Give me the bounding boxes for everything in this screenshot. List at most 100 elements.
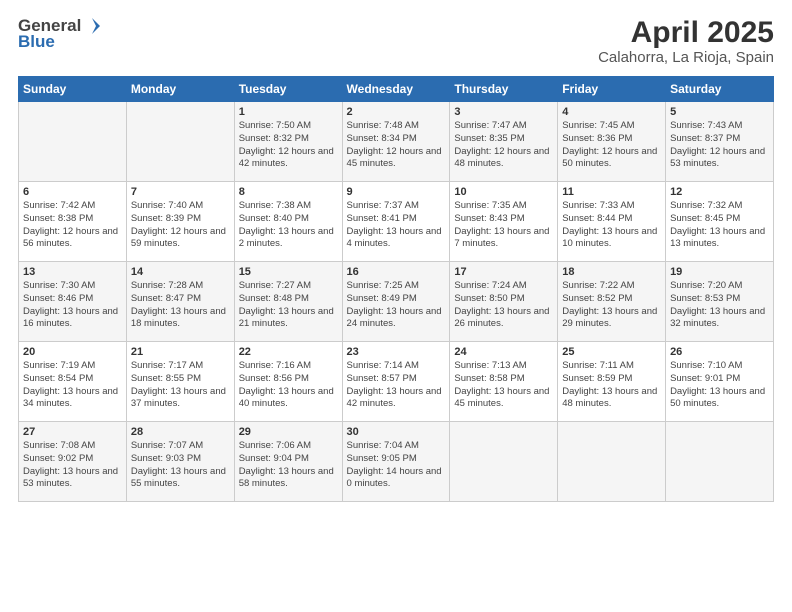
day-info: Sunrise: 7:45 AMSunset: 8:36 PMDaylight:… [562,120,661,171]
day-number: 15 [239,266,338,278]
day-info: Sunrise: 7:32 AMSunset: 8:45 PMDaylight:… [670,200,769,251]
day-number: 1 [239,106,338,118]
header-row: Sunday Monday Tuesday Wednesday Thursday… [19,77,774,102]
day-info: Sunrise: 7:22 AMSunset: 8:52 PMDaylight:… [562,280,661,331]
calendar-week-row: 13 Sunrise: 7:30 AMSunset: 8:46 PMDayligh… [19,262,774,342]
calendar-cell: 21 Sunrise: 7:17 AMSunset: 8:55 PMDayligh… [126,342,234,422]
day-info: Sunrise: 7:10 AMSunset: 9:01 PMDaylight:… [670,360,769,411]
calendar-cell [126,102,234,182]
day-number: 13 [23,266,122,278]
calendar-table: Sunday Monday Tuesday Wednesday Thursday… [18,76,774,502]
day-info: Sunrise: 7:50 AMSunset: 8:32 PMDaylight:… [239,120,338,171]
day-info: Sunrise: 7:08 AMSunset: 9:02 PMDaylight:… [23,440,122,491]
calendar-cell: 30 Sunrise: 7:04 AMSunset: 9:05 PMDayligh… [342,422,450,502]
day-number: 21 [131,346,230,358]
day-info: Sunrise: 7:28 AMSunset: 8:47 PMDaylight:… [131,280,230,331]
day-info: Sunrise: 7:20 AMSunset: 8:53 PMDaylight:… [670,280,769,331]
day-number: 29 [239,426,338,438]
day-number: 11 [562,186,661,198]
day-number: 5 [670,106,769,118]
calendar-cell: 24 Sunrise: 7:13 AMSunset: 8:58 PMDayligh… [450,342,558,422]
page-title: April 2025 [598,16,774,49]
day-info: Sunrise: 7:40 AMSunset: 8:39 PMDaylight:… [131,200,230,251]
day-info: Sunrise: 7:11 AMSunset: 8:59 PMDaylight:… [562,360,661,411]
logo: General Blue [18,16,103,52]
day-info: Sunrise: 7:38 AMSunset: 8:40 PMDaylight:… [239,200,338,251]
day-number: 28 [131,426,230,438]
day-info: Sunrise: 7:17 AMSunset: 8:55 PMDaylight:… [131,360,230,411]
day-number: 27 [23,426,122,438]
calendar-cell: 1 Sunrise: 7:50 AMSunset: 8:32 PMDaylight… [234,102,342,182]
calendar-cell: 10 Sunrise: 7:35 AMSunset: 8:43 PMDayligh… [450,182,558,262]
day-number: 26 [670,346,769,358]
day-number: 16 [347,266,446,278]
header-monday: Monday [126,77,234,102]
day-info: Sunrise: 7:43 AMSunset: 8:37 PMDaylight:… [670,120,769,171]
day-info: Sunrise: 7:06 AMSunset: 9:04 PMDaylight:… [239,440,338,491]
calendar-cell: 13 Sunrise: 7:30 AMSunset: 8:46 PMDayligh… [19,262,127,342]
day-number: 6 [23,186,122,198]
day-number: 22 [239,346,338,358]
day-info: Sunrise: 7:47 AMSunset: 8:35 PMDaylight:… [454,120,553,171]
page: General Blue April 2025 Calahorra, La Ri… [0,0,792,612]
day-number: 20 [23,346,122,358]
calendar-cell: 8 Sunrise: 7:38 AMSunset: 8:40 PMDaylight… [234,182,342,262]
day-info: Sunrise: 7:42 AMSunset: 8:38 PMDaylight:… [23,200,122,251]
day-number: 9 [347,186,446,198]
calendar-cell: 14 Sunrise: 7:28 AMSunset: 8:47 PMDayligh… [126,262,234,342]
calendar-week-row: 6 Sunrise: 7:42 AMSunset: 8:38 PMDaylight… [19,182,774,262]
header-sunday: Sunday [19,77,127,102]
calendar-cell: 12 Sunrise: 7:32 AMSunset: 8:45 PMDayligh… [666,182,774,262]
calendar-cell [666,422,774,502]
day-info: Sunrise: 7:19 AMSunset: 8:54 PMDaylight:… [23,360,122,411]
header: General Blue April 2025 Calahorra, La Ri… [18,16,774,66]
day-number: 8 [239,186,338,198]
calendar-cell: 4 Sunrise: 7:45 AMSunset: 8:36 PMDaylight… [558,102,666,182]
page-subtitle: Calahorra, La Rioja, Spain [598,49,774,66]
calendar-cell: 17Sunrise: 7:24 AMSunset: 8:50 PMDayligh… [450,262,558,342]
day-info: Sunrise: 7:04 AMSunset: 9:05 PMDaylight:… [347,440,446,491]
day-info: Sunrise: 7:27 AMSunset: 8:48 PMDaylight:… [239,280,338,331]
day-number: 30 [347,426,446,438]
day-info: Sunrise: 7:30 AMSunset: 8:46 PMDaylight:… [23,280,122,331]
calendar-cell: 27 Sunrise: 7:08 AMSunset: 9:02 PMDayligh… [19,422,127,502]
day-number: 12 [670,186,769,198]
calendar-cell: 5 Sunrise: 7:43 AMSunset: 8:37 PMDaylight… [666,102,774,182]
calendar-cell: 22Sunrise: 7:16 AMSunset: 8:56 PMDayligh… [234,342,342,422]
day-info: Sunrise: 7:13 AMSunset: 8:58 PMDaylight:… [454,360,553,411]
calendar-cell: 19 Sunrise: 7:20 AMSunset: 8:53 PMDayligh… [666,262,774,342]
calendar-week-row: 1 Sunrise: 7:50 AMSunset: 8:32 PMDaylight… [19,102,774,182]
day-info: Sunrise: 7:07 AMSunset: 9:03 PMDaylight:… [131,440,230,491]
day-number: 4 [562,106,661,118]
day-number: 18 [562,266,661,278]
day-number: 17 [454,266,553,278]
calendar-cell: 6 Sunrise: 7:42 AMSunset: 8:38 PMDaylight… [19,182,127,262]
calendar-week-row: 20 Sunrise: 7:19 AMSunset: 8:54 PMDayligh… [19,342,774,422]
day-number: 25 [562,346,661,358]
calendar-cell: 26 Sunrise: 7:10 AMSunset: 9:01 PMDayligh… [666,342,774,422]
calendar-cell: 28 Sunrise: 7:07 AMSunset: 9:03 PMDayligh… [126,422,234,502]
calendar-cell: 29 Sunrise: 7:06 AMSunset: 9:04 PMDayligh… [234,422,342,502]
header-tuesday: Tuesday [234,77,342,102]
calendar-cell: 23Sunrise: 7:14 AMSunset: 8:57 PMDayligh… [342,342,450,422]
calendar-cell [450,422,558,502]
header-friday: Friday [558,77,666,102]
header-wednesday: Wednesday [342,77,450,102]
day-number: 19 [670,266,769,278]
calendar-cell: 11Sunrise: 7:33 AMSunset: 8:44 PMDayligh… [558,182,666,262]
calendar-cell: 18 Sunrise: 7:22 AMSunset: 8:52 PMDayligh… [558,262,666,342]
day-info: Sunrise: 7:35 AMSunset: 8:43 PMDaylight:… [454,200,553,251]
day-number: 24 [454,346,553,358]
calendar-cell: 20 Sunrise: 7:19 AMSunset: 8:54 PMDayligh… [19,342,127,422]
calendar-week-row: 27 Sunrise: 7:08 AMSunset: 9:02 PMDayligh… [19,422,774,502]
header-saturday: Saturday [666,77,774,102]
logo-blue: Blue [18,32,55,52]
calendar-cell: 7 Sunrise: 7:40 AMSunset: 8:39 PMDaylight… [126,182,234,262]
day-number: 14 [131,266,230,278]
calendar-cell: 9Sunrise: 7:37 AMSunset: 8:41 PMDaylight… [342,182,450,262]
calendar-cell: 3Sunrise: 7:47 AMSunset: 8:35 PMDaylight… [450,102,558,182]
day-number: 10 [454,186,553,198]
header-thursday: Thursday [450,77,558,102]
day-number: 7 [131,186,230,198]
calendar-cell: 2Sunrise: 7:48 AMSunset: 8:34 PMDaylight… [342,102,450,182]
